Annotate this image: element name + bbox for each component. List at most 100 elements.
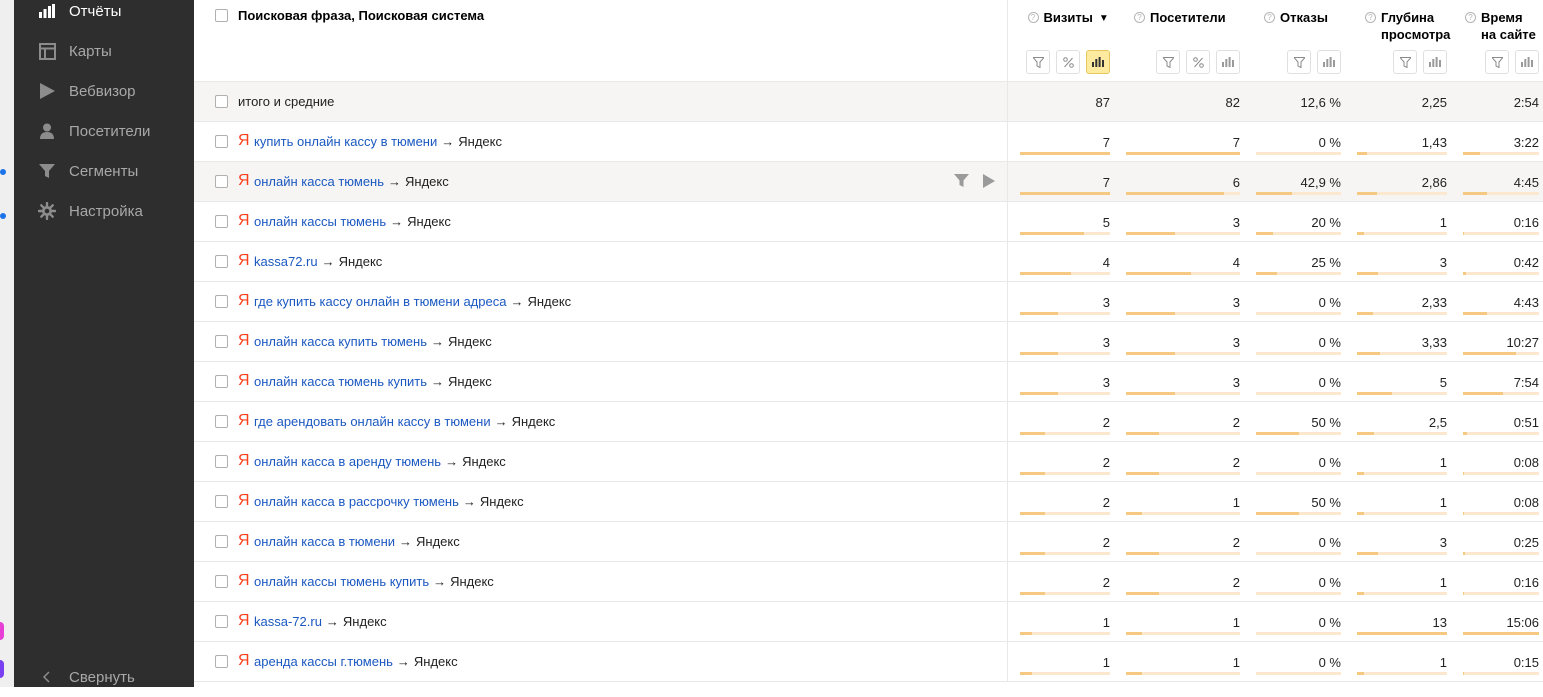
filter-tool-button[interactable]: [1026, 50, 1050, 74]
search-engine-link[interactable]: Яндекс: [416, 534, 460, 549]
search-engine-link[interactable]: Яндекс: [458, 134, 502, 149]
metric-bar-fill: [1126, 511, 1143, 515]
row-checkbox[interactable]: [215, 94, 228, 108]
help-icon[interactable]: ?: [1465, 12, 1476, 23]
row-checkbox[interactable]: [215, 374, 228, 388]
collapse-sidebar-button[interactable]: Свернуть: [14, 657, 194, 697]
funnel-icon: [37, 161, 57, 181]
metric-value: 0 %: [1318, 134, 1341, 150]
percent-tool-button[interactable]: [1056, 50, 1080, 74]
metric-header-bounce[interactable]: ? Отказы: [1244, 0, 1345, 82]
row-checkbox[interactable]: [215, 134, 228, 148]
search-phrase-link[interactable]: kassa-72.ru: [254, 614, 322, 629]
metric-bar-fill: [1357, 631, 1447, 635]
sidebar-item-maps[interactable]: Карты: [14, 31, 194, 71]
search-phrase-link[interactable]: онлайн кассы тюмень: [254, 214, 386, 229]
search-phrase-link[interactable]: kassa72.ru: [254, 254, 318, 269]
play-webvisor-icon[interactable]: [982, 173, 995, 193]
search-phrase-link[interactable]: купить онлайн кассу в тюмени: [254, 134, 437, 149]
table-row[interactable]: Якупить онлайн кассу в тюмени → Яндекс 7 7 0 …: [194, 121, 1543, 162]
bar-chart-tool-button[interactable]: [1423, 50, 1447, 74]
help-icon[interactable]: ?: [1134, 12, 1145, 23]
search-phrase-link[interactable]: где купить кассу онлайн в тюмени адреса: [254, 294, 506, 309]
search-phrase-link[interactable]: онлайн касса тюмень: [254, 174, 384, 189]
search-engine-link[interactable]: Яндекс: [448, 334, 492, 349]
table-row[interactable]: Яkassa-72.ru → Яндекс 1 1 0 % 13 15:06: [194, 601, 1543, 642]
filter-tool-button[interactable]: [1393, 50, 1417, 74]
table-row[interactable]: Яонлайн касса в рассрочку тюмень → Яндекс 2…: [194, 481, 1543, 522]
yandex-logo-icon: Я: [238, 332, 250, 349]
search-engine-link[interactable]: Яндекс: [527, 294, 571, 309]
bar-chart-tool-button[interactable]: [1216, 50, 1240, 74]
help-icon[interactable]: ?: [1365, 12, 1376, 23]
filter-tool-button[interactable]: [1485, 50, 1509, 74]
search-phrase-link[interactable]: онлайн касса тюмень купить: [254, 374, 427, 389]
table-row[interactable]: Яонлайн касса купить тюмень → Яндекс 3 3 0 % 3…: [194, 321, 1543, 362]
filter-tool-button[interactable]: [1287, 50, 1311, 74]
metric-bar-track: [1019, 631, 1110, 635]
help-icon[interactable]: ?: [1264, 12, 1275, 23]
select-all-checkbox[interactable]: [215, 9, 228, 22]
search-phrase-link[interactable]: онлайн кассы тюмень купить: [254, 574, 429, 589]
table-row[interactable]: Яkassa72.ru → Яндекс 4 4 25 % 3 0:42: [194, 241, 1543, 282]
search-engine-link[interactable]: Яндекс: [414, 654, 458, 669]
table-row[interactable]: Яонлайн кассы тюмень купить → Яндекс 2 2 0 % 1…: [194, 561, 1543, 602]
metric-bar-track: [1357, 631, 1447, 635]
table-row[interactable]: Ягде купить кассу онлайн в тюмени адреса…: [194, 281, 1543, 322]
row-checkbox[interactable]: [215, 294, 228, 308]
sidebar-item-segments[interactable]: Сегменты: [14, 151, 194, 191]
search-phrase-link[interactable]: аренда кассы г.тюмень: [254, 654, 393, 669]
bar-chart-tool-button[interactable]: [1515, 50, 1539, 74]
row-checkbox[interactable]: [215, 574, 228, 588]
filter-tool-button[interactable]: [1156, 50, 1180, 74]
search-phrase-link[interactable]: онлайн касса в рассрочку тюмень: [254, 494, 459, 509]
metric-header-time[interactable]: ? Время на сайте: [1451, 0, 1543, 82]
metric-header-depth[interactable]: ? Глубина просмотра: [1345, 0, 1451, 82]
row-checkbox[interactable]: [215, 534, 228, 548]
row-checkbox[interactable]: [215, 654, 228, 668]
search-engine-link[interactable]: Яндекс: [448, 374, 492, 389]
row-checkbox[interactable]: [215, 454, 228, 468]
sidebar-item-settings[interactable]: Настройка: [14, 191, 194, 231]
search-engine-link[interactable]: Яндекс: [462, 454, 506, 469]
search-phrase-link[interactable]: онлайн касса в тюмени: [254, 534, 395, 549]
search-engine-link[interactable]: Яндекс: [512, 414, 556, 429]
search-engine-link[interactable]: Яндекс: [339, 254, 383, 269]
percent-tool-button[interactable]: [1186, 50, 1210, 74]
search-engine-link[interactable]: Яндекс: [407, 214, 451, 229]
row-checkbox[interactable]: [215, 494, 228, 508]
filter-row-icon[interactable]: [953, 173, 969, 193]
table-row[interactable]: Яонлайн касса тюмень купить → Яндекс 3 3 0 % 5…: [194, 361, 1543, 402]
row-checkbox[interactable]: [215, 614, 228, 628]
sidebar-item-visitors[interactable]: Посетители: [14, 111, 194, 151]
metric-bar-track: [1126, 391, 1240, 395]
row-checkbox[interactable]: [215, 254, 228, 268]
table-row[interactable]: Ягде арендовать онлайн кассу в тюмени → Ян…: [194, 401, 1543, 442]
bar-chart-tool-button[interactable]: [1086, 50, 1110, 74]
bar-chart-tool-button[interactable]: [1317, 50, 1341, 74]
sidebar-item-webvisor[interactable]: Вебвизор: [14, 71, 194, 111]
metric-header-visitors[interactable]: ? Посетители: [1114, 0, 1244, 82]
search-phrase-link[interactable]: онлайн касса в аренду тюмень: [254, 454, 441, 469]
search-phrase-link[interactable]: где арендовать онлайн кассу в тюмени: [254, 414, 491, 429]
row-checkbox[interactable]: [215, 414, 228, 428]
search-phrase-link[interactable]: онлайн касса купить тюмень: [254, 334, 427, 349]
search-engine-link[interactable]: Яндекс: [343, 614, 387, 629]
sidebar-item-reports[interactable]: Отчёты: [14, 0, 194, 31]
search-engine-link[interactable]: Яндекс: [480, 494, 524, 509]
table-row[interactable]: Яонлайн касса в тюмени → Яндекс 2 2 0 % 3 0:25: [194, 521, 1543, 562]
metric-bar-track: [1019, 271, 1110, 275]
metric-header-visits[interactable]: ? Визиты ▼: [1006, 0, 1114, 82]
table-row[interactable]: Яаренда кассы г.тюмень → Яндекс 1 1 0 % 1 0:15: [194, 641, 1543, 682]
search-engine-link[interactable]: Яндекс: [450, 574, 494, 589]
table-row[interactable]: Яонлайн касса в аренду тюмень → Яндекс 2 2 0 …: [194, 441, 1543, 482]
table-row[interactable]: Яонлайн кассы тюмень → Яндекс 5 3 20 % 1 0:16: [194, 201, 1543, 242]
help-icon[interactable]: ?: [1027, 12, 1039, 23]
row-checkbox[interactable]: [215, 174, 228, 188]
row-checkbox[interactable]: [215, 214, 228, 228]
search-engine-link[interactable]: Яндекс: [405, 174, 449, 189]
table-row[interactable]: Яонлайн касса тюмень → Яндекс 7 6 42,9 % 2,86 4…: [194, 161, 1543, 202]
row-checkbox[interactable]: [215, 334, 228, 348]
metric-bar-track: [1256, 191, 1341, 195]
dimension-cell: Яонлайн касса тюмень → Яндекс: [194, 161, 1007, 202]
